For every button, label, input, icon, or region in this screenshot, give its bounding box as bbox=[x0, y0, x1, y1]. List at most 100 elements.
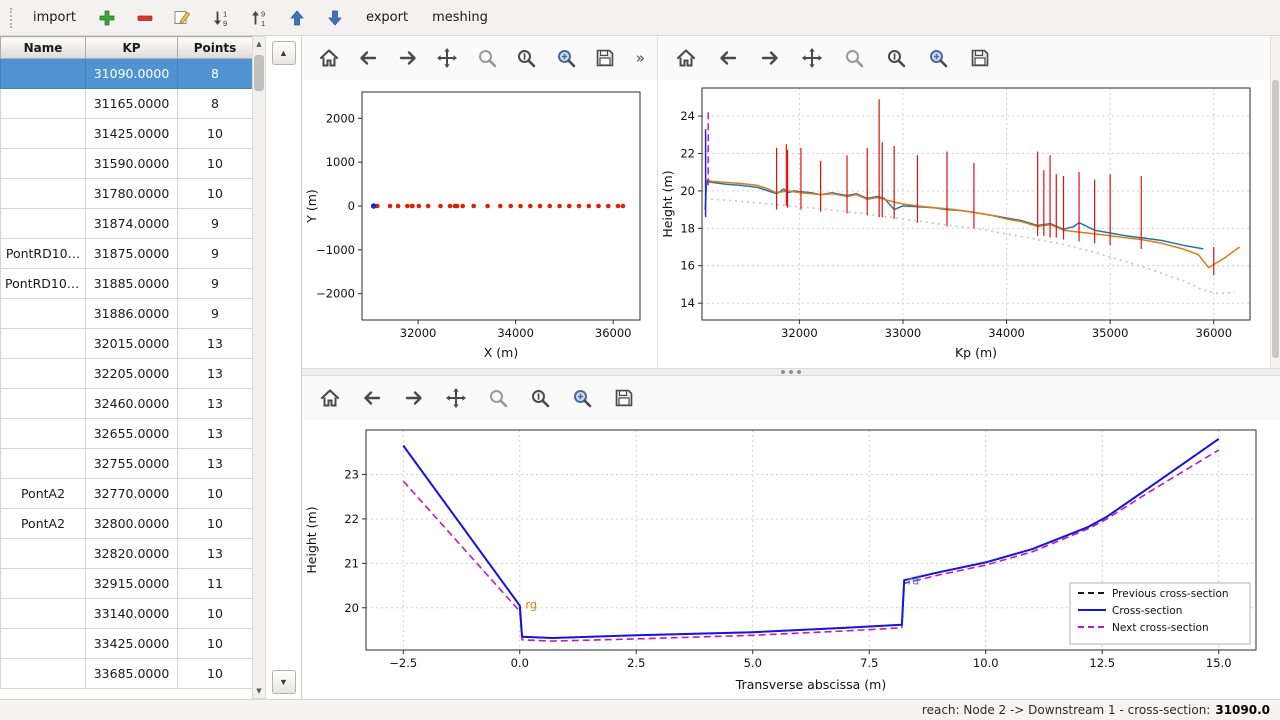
table-row[interactable]: 32655.000013 bbox=[1, 419, 253, 449]
back-button[interactable] bbox=[356, 382, 388, 414]
table-row[interactable]: PontRD101v31885.00009 bbox=[1, 269, 253, 299]
points-cell[interactable]: 10 bbox=[178, 179, 253, 209]
pane-splitter[interactable] bbox=[302, 368, 1280, 376]
points-cell[interactable]: 10 bbox=[178, 479, 253, 509]
table-row[interactable]: 33140.000010 bbox=[1, 599, 253, 629]
points-cell[interactable]: 13 bbox=[178, 449, 253, 479]
points-cell[interactable]: 13 bbox=[178, 419, 253, 449]
table-row[interactable]: 32460.000013 bbox=[1, 389, 253, 419]
zoom-button[interactable] bbox=[838, 42, 870, 74]
save-button[interactable] bbox=[608, 382, 640, 414]
scroll-up-button[interactable]: ▲ bbox=[253, 37, 265, 51]
kp-cell[interactable]: 32460.0000 bbox=[86, 389, 178, 419]
name-cell[interactable]: PontRD10… bbox=[1, 239, 86, 269]
customize-button[interactable] bbox=[880, 42, 912, 74]
kp-cell[interactable]: 31780.0000 bbox=[86, 179, 178, 209]
points-cell[interactable]: 13 bbox=[178, 359, 253, 389]
kp-cell[interactable]: 32770.0000 bbox=[86, 479, 178, 509]
points-cell[interactable]: 8 bbox=[178, 89, 253, 119]
move-up-button[interactable] bbox=[284, 5, 310, 31]
table-row[interactable]: PontA232800.000010 bbox=[1, 509, 253, 539]
cross-section-chart[interactable]: rgrd−2.50.02.55.07.510.012.515.020212223… bbox=[302, 420, 1272, 696]
points-cell[interactable]: 9 bbox=[178, 299, 253, 329]
scroll-down-button[interactable]: ▼ bbox=[253, 684, 265, 698]
name-cell[interactable] bbox=[1, 569, 86, 599]
scrollbar-track[interactable] bbox=[253, 51, 265, 684]
forward-button[interactable] bbox=[393, 42, 422, 74]
table-row[interactable]: 33425.000010 bbox=[1, 629, 253, 659]
table-row[interactable]: 33685.000010 bbox=[1, 659, 253, 689]
home-button[interactable] bbox=[670, 42, 702, 74]
name-cell[interactable] bbox=[1, 539, 86, 569]
scrollbar-thumb[interactable] bbox=[254, 55, 264, 91]
points-cell[interactable]: 10 bbox=[178, 119, 253, 149]
table-row[interactable]: 31165.00008 bbox=[1, 89, 253, 119]
add-cross-section-button[interactable] bbox=[94, 5, 120, 31]
name-cell[interactable] bbox=[1, 89, 86, 119]
table-row[interactable]: 32755.000013 bbox=[1, 449, 253, 479]
back-button[interactable] bbox=[712, 42, 744, 74]
kp-cell[interactable]: 32015.0000 bbox=[86, 329, 178, 359]
points-cell[interactable]: 9 bbox=[178, 209, 253, 239]
kp-cell[interactable]: 31590.0000 bbox=[86, 149, 178, 179]
back-button[interactable] bbox=[353, 42, 382, 74]
table-row[interactable]: 32915.000011 bbox=[1, 569, 253, 599]
kp-cell[interactable]: 32655.0000 bbox=[86, 419, 178, 449]
column-header-name[interactable]: Name bbox=[1, 37, 86, 59]
kp-cell[interactable]: 31874.0000 bbox=[86, 209, 178, 239]
name-cell[interactable] bbox=[1, 359, 86, 389]
remove-cross-section-button[interactable] bbox=[132, 5, 158, 31]
table-row[interactable]: 31590.000010 bbox=[1, 149, 253, 179]
sort-ascending-button[interactable]: 19 bbox=[208, 5, 234, 31]
column-header-points[interactable]: Points bbox=[178, 37, 253, 59]
zoom-button[interactable] bbox=[482, 382, 514, 414]
name-cell[interactable]: PontA2 bbox=[1, 509, 86, 539]
name-cell[interactable] bbox=[1, 179, 86, 209]
kp-cell[interactable]: 33425.0000 bbox=[86, 629, 178, 659]
points-cell[interactable]: 10 bbox=[178, 149, 253, 179]
points-cell[interactable]: 9 bbox=[178, 239, 253, 269]
zoom-region-button[interactable] bbox=[922, 42, 954, 74]
home-button[interactable] bbox=[314, 382, 346, 414]
points-cell[interactable]: 10 bbox=[178, 659, 253, 689]
home-button[interactable] bbox=[314, 42, 343, 74]
name-cell[interactable] bbox=[1, 599, 86, 629]
column-header-kp[interactable]: KP bbox=[86, 37, 178, 59]
table-row[interactable]: 32015.000013 bbox=[1, 329, 253, 359]
kp-cell[interactable]: 32915.0000 bbox=[86, 569, 178, 599]
import-menu[interactable]: import bbox=[27, 7, 82, 28]
points-cell[interactable]: 9 bbox=[178, 269, 253, 299]
kp-cell[interactable]: 33140.0000 bbox=[86, 599, 178, 629]
save-button[interactable] bbox=[590, 42, 619, 74]
pan-button[interactable] bbox=[796, 42, 828, 74]
forward-button[interactable] bbox=[398, 382, 430, 414]
move-down-button[interactable] bbox=[322, 5, 348, 31]
kp-cell[interactable]: 33685.0000 bbox=[86, 659, 178, 689]
forward-button[interactable] bbox=[754, 42, 786, 74]
points-cell[interactable]: 10 bbox=[178, 629, 253, 659]
customize-button[interactable] bbox=[524, 382, 556, 414]
plots-scrollbar-thumb[interactable] bbox=[1272, 80, 1279, 358]
points-cell[interactable]: 10 bbox=[178, 599, 253, 629]
move-row-down-button[interactable]: ▼ bbox=[272, 670, 296, 694]
sort-descending-button[interactable]: 91 bbox=[246, 5, 272, 31]
edit-cross-section-button[interactable] bbox=[170, 5, 196, 31]
points-cell[interactable]: 8 bbox=[178, 59, 253, 89]
kp-cell[interactable]: 31165.0000 bbox=[86, 89, 178, 119]
save-button[interactable] bbox=[964, 42, 996, 74]
table-row[interactable]: 31780.000010 bbox=[1, 179, 253, 209]
points-cell[interactable]: 13 bbox=[178, 539, 253, 569]
points-cell[interactable]: 13 bbox=[178, 389, 253, 419]
name-cell[interactable] bbox=[1, 329, 86, 359]
table-row[interactable]: 32820.000013 bbox=[1, 539, 253, 569]
table-row[interactable]: 31425.000010 bbox=[1, 119, 253, 149]
kp-cell[interactable]: 31090.0000 bbox=[86, 59, 178, 89]
points-cell[interactable]: 13 bbox=[178, 329, 253, 359]
table-scrollbar[interactable]: ▲ ▼ bbox=[252, 36, 266, 699]
kp-cell[interactable]: 31425.0000 bbox=[86, 119, 178, 149]
plots-scrollbar[interactable] bbox=[1270, 36, 1280, 368]
name-cell[interactable] bbox=[1, 299, 86, 329]
name-cell[interactable] bbox=[1, 659, 86, 689]
name-cell[interactable] bbox=[1, 119, 86, 149]
points-cell[interactable]: 10 bbox=[178, 509, 253, 539]
